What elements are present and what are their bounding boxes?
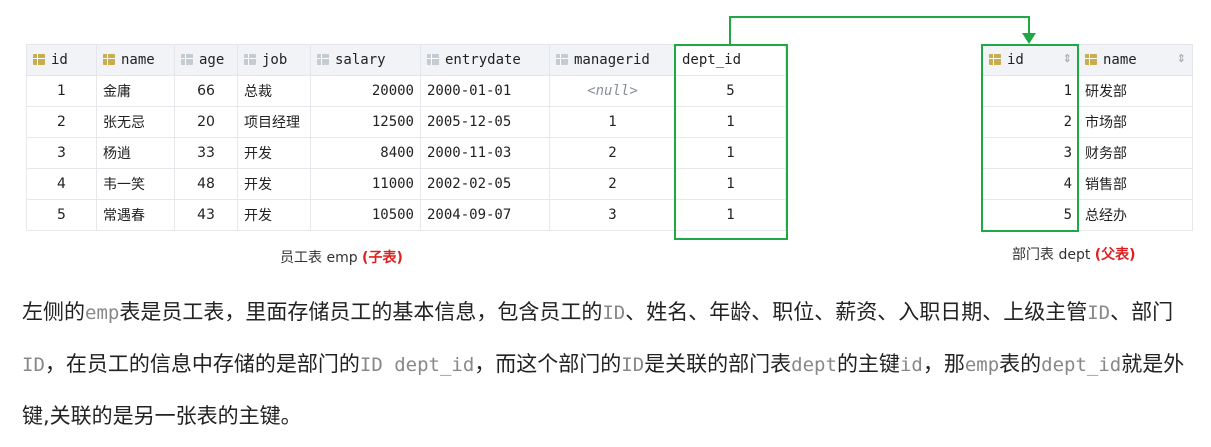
emp-id-cell: 4 xyxy=(26,168,97,200)
emp-header-row: id name age job salary entrydate manager… xyxy=(26,44,786,76)
emp-job-cell: 开发 xyxy=(237,199,311,231)
emp-age-cell: 33 xyxy=(174,137,238,169)
emp-id-cell: 3 xyxy=(26,137,97,169)
emp-salary-cell: 20000 xyxy=(310,75,421,107)
emp-id-cell: 2 xyxy=(26,106,97,138)
column-icon xyxy=(244,54,256,65)
emp-job-cell: 项目经理 xyxy=(237,106,311,138)
emp-name-cell: 杨逍 xyxy=(96,137,175,169)
dept-name-cell: 销售部 xyxy=(1078,168,1193,200)
emp-name-cell: 张无忌 xyxy=(96,106,175,138)
emp-age-cell: 66 xyxy=(174,75,238,107)
emp-job-cell: 开发 xyxy=(237,168,311,200)
emp-caption: 员工表 emp (子表) xyxy=(280,250,403,266)
emp-col-id[interactable]: id xyxy=(26,44,97,76)
emp-col-entrydate[interactable]: entrydate xyxy=(420,44,550,76)
sort-icon[interactable]: ⇕ xyxy=(1177,52,1186,65)
column-icon xyxy=(556,54,568,65)
relation-line-up xyxy=(729,16,731,45)
emp-col-managerid[interactable]: managerid xyxy=(549,44,676,76)
emp-managerid-cell: 1 xyxy=(549,106,676,138)
table-row[interactable]: 1 金庸 66 总裁 20000 2000-01-01 <null> 5 xyxy=(26,75,786,107)
dept-name-cell: 研发部 xyxy=(1078,75,1193,107)
emp-col-salary[interactable]: salary xyxy=(310,44,421,76)
emp-col-age[interactable]: age xyxy=(174,44,238,76)
column-icon xyxy=(427,54,439,65)
emp-id-cell: 5 xyxy=(26,199,97,231)
table-row[interactable]: 5 常遇春 43 开发 10500 2004-09-07 3 1 xyxy=(26,199,786,231)
dept-caption: 部门表 dept (父表) xyxy=(1012,247,1136,263)
emp-age-cell: 43 xyxy=(174,199,238,231)
emp-name-cell: 常遇春 xyxy=(96,199,175,231)
parent-table-tag: (父表) xyxy=(1094,247,1136,263)
emp-age-cell: 48 xyxy=(174,168,238,200)
child-table-tag: (子表) xyxy=(362,250,403,266)
relation-line-across xyxy=(729,16,1030,18)
dept-name-cell: 总经办 xyxy=(1078,199,1193,231)
emp-job-cell: 开发 xyxy=(237,137,311,169)
emp-name-cell: 韦一笑 xyxy=(96,168,175,200)
key-column-icon xyxy=(103,54,115,65)
table-row[interactable]: 2 张无忌 20 项目经理 12500 2005-12-05 1 1 xyxy=(26,106,786,138)
table-row[interactable]: 3 杨逍 33 开发 8400 2000-11-03 2 1 xyxy=(26,137,786,169)
key-column-icon xyxy=(1085,54,1097,65)
emp-salary-cell: 11000 xyxy=(310,168,421,200)
dept-pk-highlight-box xyxy=(981,44,1079,232)
emp-col-name[interactable]: name xyxy=(96,44,175,76)
emp-entrydate-cell: 2000-11-03 xyxy=(420,137,550,169)
emp-col-job[interactable]: job xyxy=(237,44,311,76)
emp-id-cell: 1 xyxy=(26,75,97,107)
emp-managerid-cell: 3 xyxy=(549,199,676,231)
dept-id-highlight-box xyxy=(674,44,788,240)
primary-key-icon xyxy=(33,54,45,65)
emp-salary-cell: 10500 xyxy=(310,199,421,231)
dept-name-cell: 市场部 xyxy=(1078,106,1193,138)
emp-name-cell: 金庸 xyxy=(96,75,175,107)
emp-entrydate-cell: 2002-02-05 xyxy=(420,168,550,200)
emp-entrydate-cell: 2004-09-07 xyxy=(420,199,550,231)
emp-job-cell: 总裁 xyxy=(237,75,311,107)
emp-managerid-cell: <null> xyxy=(549,75,676,107)
emp-entrydate-cell: 2005-12-05 xyxy=(420,106,550,138)
dept-name-cell: 财务部 xyxy=(1078,137,1193,169)
column-icon xyxy=(181,54,193,65)
column-icon xyxy=(317,54,329,65)
emp-table: id name age job salary entrydate manager… xyxy=(26,44,786,231)
dept-col-name[interactable]: name ⇕ xyxy=(1078,44,1193,76)
arrow-head-icon xyxy=(1022,33,1036,44)
emp-salary-cell: 8400 xyxy=(310,137,421,169)
table-row[interactable]: 4 韦一笑 48 开发 11000 2002-02-05 2 1 xyxy=(26,168,786,200)
emp-age-cell: 20 xyxy=(174,106,238,138)
explanation-paragraph: 左侧的emp表是员工表，里面存储员工的基本信息，包含员工的ID、姓名、年龄、职位… xyxy=(22,300,1185,428)
emp-salary-cell: 12500 xyxy=(310,106,421,138)
emp-managerid-cell: 2 xyxy=(549,137,676,169)
emp-entrydate-cell: 2000-01-01 xyxy=(420,75,550,107)
emp-managerid-cell: 2 xyxy=(549,168,676,200)
